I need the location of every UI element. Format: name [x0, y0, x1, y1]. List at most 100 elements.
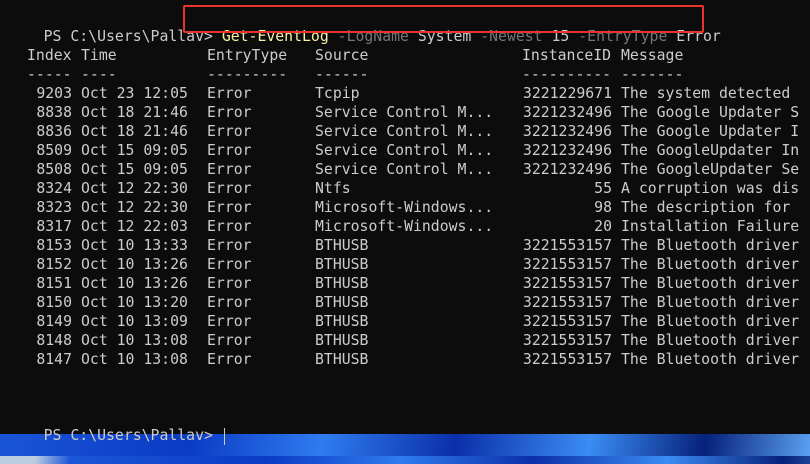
header-entry-type: EntryType — [207, 47, 288, 64]
cell-index: 8324 — [36, 180, 72, 197]
cell-instance-id: 3221232496 — [522, 161, 612, 178]
table-row: 8323 Oct 12 22:30 Error Microsoft-Windows..… — [8, 198, 808, 217]
cell-entry-type: Error — [207, 85, 252, 102]
cell-entry-type: Error — [207, 218, 252, 235]
cell-time: Oct 15 09:05 — [81, 142, 188, 159]
header-index: Index — [27, 47, 72, 64]
underline-index: ----- — [27, 66, 72, 83]
cell-instance-id: 3221553157 — [522, 294, 612, 311]
cell-time: Oct 10 13:20 — [81, 294, 188, 311]
cell-time: Oct 10 13:33 — [81, 237, 188, 254]
cell-instance-id: 3221553157 — [522, 237, 612, 254]
cell-instance-id: 3221232496 — [522, 123, 612, 140]
text-cursor — [223, 427, 225, 445]
cell-instance-id: 3221553157 — [522, 275, 612, 292]
cell-source: Service Control M... — [315, 104, 494, 121]
cell-message: The Bluetooth driver — [621, 256, 800, 273]
table-row: 8836 Oct 18 21:46 Error Service Control M..… — [8, 122, 808, 141]
cell-message: The GoogleUpdater In — [621, 142, 800, 159]
table-header: Index Time EntryType Source InstanceID Messag… — [8, 46, 808, 65]
cell-time: Oct 18 21:46 — [81, 104, 188, 121]
cell-index: 8147 — [36, 351, 72, 368]
cell-entry-type: Error — [207, 199, 252, 216]
cell-message: The system detected — [621, 85, 791, 102]
table-row: 8150 Oct 10 13:20 Error BTHUSB 3221553157 The… — [8, 293, 808, 312]
cell-entry-type: Error — [207, 161, 252, 178]
cell-time: Oct 10 13:08 — [81, 332, 188, 349]
cell-instance-id: 3221553157 — [522, 332, 612, 349]
table-row: 8317 Oct 12 22:03 Error Microsoft-Windows..… — [8, 217, 808, 236]
cell-time: Oct 12 22:03 — [81, 218, 188, 235]
cell-index: 8148 — [36, 332, 72, 349]
cell-message: The Bluetooth driver — [621, 351, 800, 368]
cell-entry-type: Error — [207, 313, 252, 330]
cell-time: Oct 10 13:08 — [81, 351, 188, 368]
command-highlight-box — [183, 5, 704, 33]
cell-message: The description for — [621, 199, 791, 216]
cell-entry-type: Error — [207, 351, 252, 368]
cell-time: Oct 15 09:05 — [81, 161, 188, 178]
cell-message: The Bluetooth driver — [621, 237, 800, 254]
header-instance-id: InstanceID — [522, 47, 612, 64]
cell-message: The Bluetooth driver — [621, 332, 800, 349]
cell-source: BTHUSB — [315, 294, 369, 311]
underline-time: ---- — [81, 66, 117, 83]
cell-source: BTHUSB — [315, 332, 369, 349]
cell-message: The GoogleUpdater Se — [621, 161, 800, 178]
table-row: 8148 Oct 10 13:08 Error BTHUSB 3221553157 The… — [8, 331, 808, 350]
cell-index: 8149 — [36, 313, 72, 330]
table-row: 9203 Oct 23 12:05 Error Tcpip 3221229671 The … — [8, 84, 808, 103]
powershell-terminal[interactable]: PS C:\Users\Pallav> Get-EventLog -LogNam… — [0, 0, 810, 445]
cell-entry-type: Error — [207, 123, 252, 140]
underline-instance-id: ---------- — [522, 66, 612, 83]
cell-instance-id: 3221553157 — [522, 313, 612, 330]
prompt: PS C:\Users\Pallav> — [43, 427, 213, 444]
cell-index: 9203 — [36, 85, 72, 102]
cell-message: The Bluetooth driver — [621, 275, 800, 292]
cell-entry-type: Error — [207, 275, 252, 292]
cell-source: Microsoft-Windows... — [315, 218, 494, 235]
cell-entry-type: Error — [207, 142, 252, 159]
cell-source: BTHUSB — [315, 275, 369, 292]
cell-index: 8150 — [36, 294, 72, 311]
current-prompt-line[interactable]: PS C:\Users\Pallav> — [8, 407, 225, 445]
cell-time: Oct 18 21:46 — [81, 123, 188, 140]
cell-source: Tcpip — [315, 85, 360, 102]
cell-index: 8151 — [36, 275, 72, 292]
cell-index: 8508 — [36, 161, 72, 178]
cell-index: 8152 — [36, 256, 72, 273]
table-row: 8147 Oct 10 13:08 Error BTHUSB 3221553157 The… — [8, 350, 808, 369]
underline-entry-type: --------- — [207, 66, 288, 83]
cell-entry-type: Error — [207, 332, 252, 349]
cell-source: BTHUSB — [315, 256, 369, 273]
table-row: 8324 Oct 12 22:30 Error Ntfs 55 A corruption … — [8, 179, 808, 198]
cell-source: Microsoft-Windows... — [315, 199, 494, 216]
cell-source: Service Control M... — [315, 123, 494, 140]
underline-message: ------- — [621, 66, 684, 83]
cell-index: 8838 — [36, 104, 72, 121]
table-header-underline: ----- ---- --------- ------ ---------- ------… — [8, 65, 808, 84]
cell-source: Ntfs — [315, 180, 351, 197]
table-row: 8152 Oct 10 13:26 Error BTHUSB 3221553157 The… — [8, 255, 808, 274]
cell-index: 8509 — [36, 142, 72, 159]
cell-instance-id: 55 — [594, 180, 612, 197]
cell-time: Oct 10 13:09 — [81, 313, 188, 330]
cell-instance-id: 98 — [594, 199, 612, 216]
cell-message: The Google Updater I — [621, 123, 800, 140]
table-row: 8149 Oct 10 13:09 Error BTHUSB 3221553157 The… — [8, 312, 808, 331]
cell-entry-type: Error — [207, 104, 252, 121]
cell-index: 8153 — [36, 237, 72, 254]
cell-message: The Bluetooth driver — [621, 313, 800, 330]
cell-time: Oct 10 13:26 — [81, 275, 188, 292]
cell-index: 8317 — [36, 218, 72, 235]
cell-instance-id: 3221553157 — [522, 256, 612, 273]
cell-source: Service Control M... — [315, 142, 494, 159]
header-message: Message — [621, 47, 684, 64]
cell-time: Oct 12 22:30 — [81, 180, 188, 197]
cell-source: BTHUSB — [315, 351, 369, 368]
cell-instance-id: 20 — [594, 218, 612, 235]
cell-entry-type: Error — [207, 180, 252, 197]
header-source: Source — [315, 47, 369, 64]
table-row: 8151 Oct 10 13:26 Error BTHUSB 3221553157 The… — [8, 274, 808, 293]
cell-instance-id: 3221232496 — [522, 104, 612, 121]
